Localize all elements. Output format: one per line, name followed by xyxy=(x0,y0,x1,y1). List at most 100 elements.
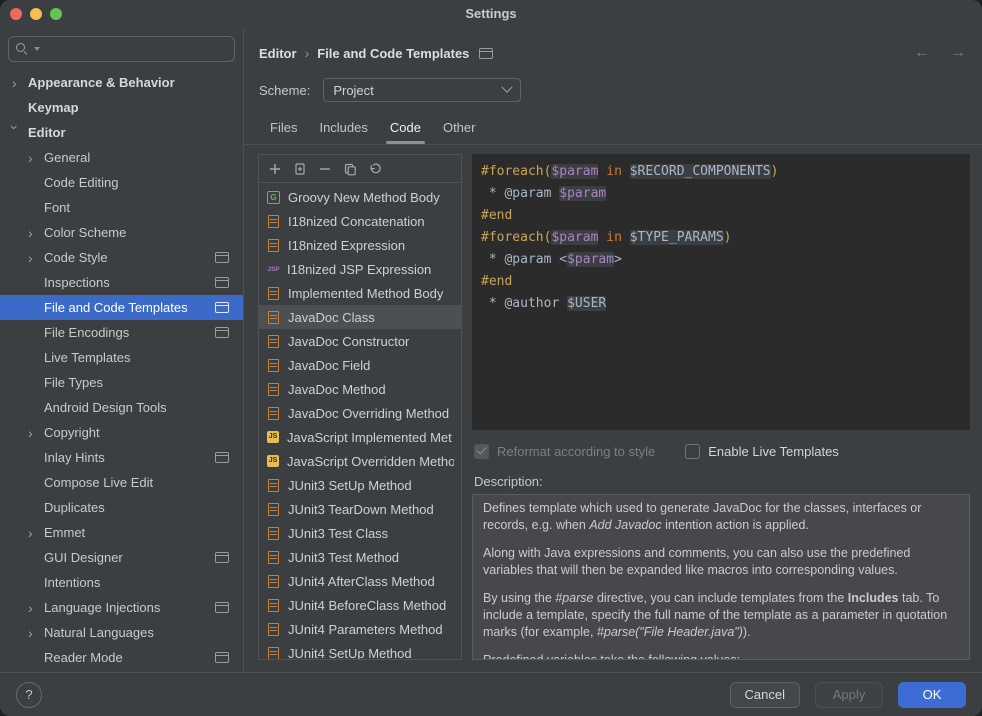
chevron-right-icon[interactable]: › xyxy=(28,426,44,440)
template-item-javascript-overridden-metho[interactable]: JSJavaScript Overridden Metho xyxy=(259,449,461,473)
template-item-javadoc-overriding-method[interactable]: JavaDoc Overriding Method xyxy=(259,401,461,425)
sidebar-item-live-templates[interactable]: ›Live Templates xyxy=(0,345,243,370)
template-template-icon xyxy=(268,479,279,492)
add-template-icon[interactable] xyxy=(264,158,286,180)
description-panel[interactable]: Defines template which used to generate … xyxy=(472,494,970,660)
chevron-right-icon[interactable]: › xyxy=(28,526,44,540)
sidebar-item-code-editing[interactable]: ›Code Editing xyxy=(0,170,243,195)
sidebar-item-color-scheme[interactable]: ›Color Scheme xyxy=(0,220,243,245)
tab-other[interactable]: Other xyxy=(432,116,487,143)
template-item-label: JUnit3 SetUp Method xyxy=(288,478,412,493)
create-child-template-icon[interactable] xyxy=(289,158,311,180)
template-item-junit3-teardown-method[interactable]: JUnit3 TearDown Method xyxy=(259,497,461,521)
code-line: * @author $USER xyxy=(481,293,961,315)
cancel-button[interactable]: Cancel xyxy=(730,682,800,708)
chevron-right-icon[interactable]: › xyxy=(28,251,44,265)
template-item-junit4-beforeclass-method[interactable]: JUnit4 BeforeClass Method xyxy=(259,593,461,617)
template-item-i18nized-concatenation[interactable]: I18nized Concatenation xyxy=(259,209,461,233)
code-line: #foreach($param in $TYPE_PARAMS) xyxy=(481,227,961,249)
chevron-right-icon[interactable]: › xyxy=(28,601,44,615)
remove-template-icon[interactable] xyxy=(314,158,336,180)
sidebar-item-file-and-code-templates[interactable]: ›File and Code Templates xyxy=(0,295,243,320)
template-item-junit4-afterclass-method[interactable]: JUnit4 AfterClass Method xyxy=(259,569,461,593)
tab-code[interactable]: Code xyxy=(379,116,432,143)
enable-live-templates-label: Enable Live Templates xyxy=(708,444,839,459)
chevron-right-icon[interactable]: › xyxy=(12,76,28,90)
apply-button[interactable]: Apply xyxy=(815,682,883,708)
sidebar-item-copyright[interactable]: ›Copyright xyxy=(0,420,243,445)
template-item-javadoc-field[interactable]: JavaDoc Field xyxy=(259,353,461,377)
breadcrumb-editor[interactable]: Editor xyxy=(259,46,297,61)
help-button[interactable]: ? xyxy=(16,682,42,708)
sidebar-item-label: Appearance & Behavior xyxy=(28,75,175,90)
template-item-label: JavaDoc Field xyxy=(288,358,370,373)
template-item-junit3-test-method[interactable]: JUnit3 Test Method xyxy=(259,545,461,569)
template-item-implemented-method-body[interactable]: Implemented Method Body xyxy=(259,281,461,305)
sidebar-item-android-design-tools[interactable]: ›Android Design Tools xyxy=(0,395,243,420)
sidebar-item-label: Color Scheme xyxy=(44,225,126,240)
sidebar-item-gui-designer[interactable]: ›GUI Designer xyxy=(0,545,243,570)
groovy-template-icon: G xyxy=(267,191,280,204)
search-input[interactable] xyxy=(45,41,227,58)
sidebar-item-label: Duplicates xyxy=(44,500,105,515)
screen-icon xyxy=(215,252,229,263)
sidebar-item-appearance-behavior[interactable]: ›Appearance & Behavior xyxy=(0,70,243,95)
chevron-right-icon[interactable]: › xyxy=(28,151,44,165)
sidebar-item-emmet[interactable]: ›Emmet xyxy=(0,520,243,545)
sidebar-item-inlay-hints[interactable]: ›Inlay Hints xyxy=(0,445,243,470)
sidebar-item-label: File Types xyxy=(44,375,103,390)
template-template-icon xyxy=(268,383,279,396)
sidebar-item-file-encodings[interactable]: ›File Encodings xyxy=(0,320,243,345)
settings-search[interactable] xyxy=(8,36,235,62)
template-item-javadoc-method[interactable]: JavaDoc Method xyxy=(259,377,461,401)
ok-button[interactable]: OK xyxy=(898,682,966,708)
code-line: * @param $param xyxy=(481,183,961,205)
search-icon xyxy=(16,43,29,56)
settings-window: Settings ›Appearance & Behavior›Keymap›E… xyxy=(0,0,982,716)
template-item-groovy-new-method-body[interactable]: GGroovy New Method Body xyxy=(259,185,461,209)
template-item-i18nized-expression[interactable]: I18nized Expression xyxy=(259,233,461,257)
copy-template-icon[interactable] xyxy=(339,158,361,180)
chevron-right-icon[interactable]: › xyxy=(28,626,44,640)
template-item-junit3-setup-method[interactable]: JUnit3 SetUp Method xyxy=(259,473,461,497)
template-template-icon xyxy=(268,359,279,372)
sidebar-item-intentions[interactable]: ›Intentions xyxy=(0,570,243,595)
forward-arrow-icon[interactable]: → xyxy=(950,44,966,62)
sidebar-item-code-style[interactable]: ›Code Style xyxy=(0,245,243,270)
back-arrow-icon[interactable]: ← xyxy=(914,44,930,62)
sidebar-item-label: General xyxy=(44,150,90,165)
template-item-junit4-setup-method[interactable]: JUnit4 SetUp Method xyxy=(259,641,461,659)
template-item-javadoc-constructor[interactable]: JavaDoc Constructor xyxy=(259,329,461,353)
sidebar-item-reader-mode[interactable]: ›Reader Mode xyxy=(0,645,243,670)
sidebar-item-editor[interactable]: ›Editor xyxy=(0,120,243,145)
template-item-junit3-test-class[interactable]: JUnit3 Test Class xyxy=(259,521,461,545)
template-editor[interactable]: #foreach($param in $RECORD_COMPONENTS) *… xyxy=(472,154,970,430)
sidebar-item-label: Copyright xyxy=(44,425,100,440)
reset-to-default-icon[interactable] xyxy=(364,158,386,180)
template-list-pane: GGroovy New Method BodyI18nized Concaten… xyxy=(258,154,462,660)
window-title: Settings xyxy=(0,0,982,28)
sidebar-item-general[interactable]: ›General xyxy=(0,145,243,170)
chevron-down-icon[interactable]: › xyxy=(8,125,22,141)
jsp-template-icon: JSP xyxy=(266,266,281,273)
template-item-i18nized-jsp-expression[interactable]: JSPI18nized JSP Expression xyxy=(259,257,461,281)
sidebar-item-compose-live-edit[interactable]: ›Compose Live Edit xyxy=(0,470,243,495)
sidebar-item-duplicates[interactable]: ›Duplicates xyxy=(0,495,243,520)
sidebar-item-font[interactable]: ›Font xyxy=(0,195,243,220)
search-history-chevron-icon[interactable] xyxy=(34,47,40,51)
enable-live-templates-checkbox[interactable]: Enable Live Templates xyxy=(685,444,839,459)
scheme-select[interactable]: Project xyxy=(323,78,521,102)
sidebar-item-natural-languages[interactable]: ›Natural Languages xyxy=(0,620,243,645)
chevron-right-icon[interactable]: › xyxy=(28,226,44,240)
sidebar-item-language-injections[interactable]: ›Language Injections xyxy=(0,595,243,620)
tab-includes[interactable]: Includes xyxy=(308,116,378,143)
sidebar-item-keymap[interactable]: ›Keymap xyxy=(0,95,243,120)
template-item-junit4-parameters-method[interactable]: JUnit4 Parameters Method xyxy=(259,617,461,641)
reformat-checkbox[interactable]: Reformat according to style xyxy=(474,444,655,459)
description-paragraph: By using the #parse directive, you can i… xyxy=(483,590,959,641)
sidebar-item-inspections[interactable]: ›Inspections xyxy=(0,270,243,295)
sidebar-item-file-types[interactable]: ›File Types xyxy=(0,370,243,395)
template-item-javadoc-class[interactable]: JavaDoc Class xyxy=(259,305,461,329)
tab-files[interactable]: Files xyxy=(259,116,308,143)
template-item-javascript-implemented-met[interactable]: JSJavaScript Implemented Met xyxy=(259,425,461,449)
